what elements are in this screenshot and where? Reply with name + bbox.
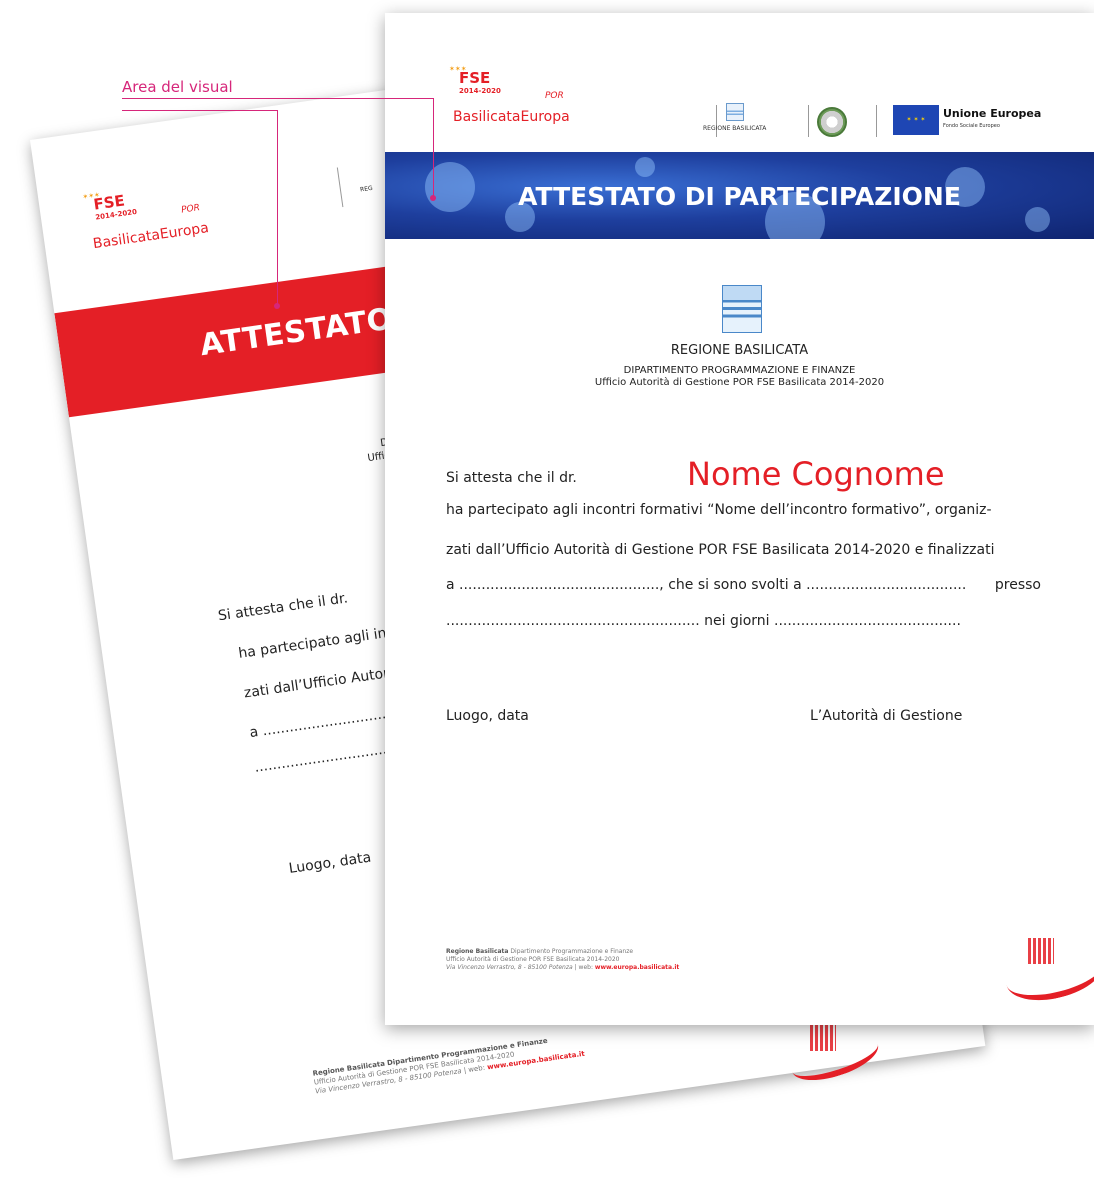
logo-years: 2014-2020 xyxy=(459,87,501,95)
authority-signature: L’Autorità di Gestione xyxy=(810,708,963,724)
bokeh xyxy=(635,157,655,177)
dept-name: DIPARTIMENTO PROGRAMMAZIONE E FINANZE xyxy=(623,365,856,376)
body-line-4b: presso xyxy=(994,577,1041,593)
fse-logo: ✶✶✶ FSE 2014-2020 POR BasilicataEuropa xyxy=(445,65,635,135)
logo-fse: FSE xyxy=(459,69,491,87)
body-line-4: a ......................................… xyxy=(446,577,1041,593)
back-footer: Regione Basilicata Dipartimento Programm… xyxy=(312,1032,585,1097)
eu-name: Unione Europea xyxy=(943,107,1042,120)
body-line-3: zati dall’Ufficio Autorità di Gestione P… xyxy=(446,542,995,558)
footer-address: Via Vincenzo Verrastro, 8 - 85100 Potenz… xyxy=(446,964,573,971)
certificate-title: ATTESTATO DI PARTECIPAZIONE xyxy=(518,182,961,211)
footer: Regione Basilicata Dipartimento Programm… xyxy=(446,948,679,972)
footer-dept: Dipartimento Programmazione e Finanze xyxy=(510,948,634,955)
title-banner: ATTESTATO DI PARTECIPAZIONE xyxy=(385,152,1094,239)
place-date: Luogo, data xyxy=(446,708,529,724)
footer-office: Ufficio Autorità di Gestione POR FSE Bas… xyxy=(446,956,620,963)
dept-block: DIPARTIMENTO PROGRAMMAZIONE E FINANZE Uf… xyxy=(385,365,1094,389)
logo-por: POR xyxy=(180,203,201,216)
divider xyxy=(876,105,877,137)
logo-name: BasilicataEuropa xyxy=(92,220,210,253)
region-crest-icon xyxy=(725,103,744,121)
region-crest-icon xyxy=(722,285,762,333)
body-line-2: ha partecipato agli incontri formativi “… xyxy=(446,502,992,518)
footer-web-label: | web: xyxy=(574,964,593,971)
eu-flag-icon: ✶ ✶ ✶ xyxy=(893,105,939,135)
callout-dot xyxy=(430,195,436,201)
region-header-label: REGIONE BASILICATA xyxy=(703,125,767,132)
back-place-date: Luogo, data xyxy=(287,849,373,877)
fse-logo-back: ✶✶✶ FSE 2014-2020 POR BasilicataEuropa xyxy=(78,167,276,263)
callout-dot xyxy=(274,303,280,309)
callout-line xyxy=(277,110,278,305)
callout-line xyxy=(122,110,277,111)
back-footer-web-label: | web: xyxy=(463,1063,486,1075)
divider xyxy=(808,105,809,137)
office-name: Ufficio Autorità di Gestione POR FSE Bas… xyxy=(594,377,885,388)
org-name: REGIONE BASILICATA xyxy=(670,343,809,358)
logo-name: BasilicataEuropa xyxy=(453,109,570,125)
body-line-4a: a ......................................… xyxy=(446,577,967,593)
recipient-name: Nome Cognome xyxy=(687,455,945,493)
divider xyxy=(336,167,344,208)
logo-por: POR xyxy=(545,91,564,101)
callout-line xyxy=(433,98,434,198)
eu-fund: Fondo Sociale Europeo xyxy=(943,123,1000,129)
footer-web: www.europa.basilicata.it xyxy=(594,964,680,971)
front-certificate-sheet: ✶✶✶ FSE 2014-2020 POR BasilicataEuropa R… xyxy=(385,13,1094,1025)
callout-underline xyxy=(122,98,247,99)
callout-label: Area del visual xyxy=(122,78,233,96)
callout-line xyxy=(247,98,433,99)
back-line1: Si attesta che il dr. xyxy=(217,590,349,625)
body-line-5: ........................................… xyxy=(446,613,961,629)
italian-emblem-icon xyxy=(817,107,847,137)
footer-org: Regione Basilicata xyxy=(446,948,509,955)
region-header: REGIONE BASILICATA xyxy=(703,103,766,132)
region-label-mini: REG xyxy=(359,184,374,194)
